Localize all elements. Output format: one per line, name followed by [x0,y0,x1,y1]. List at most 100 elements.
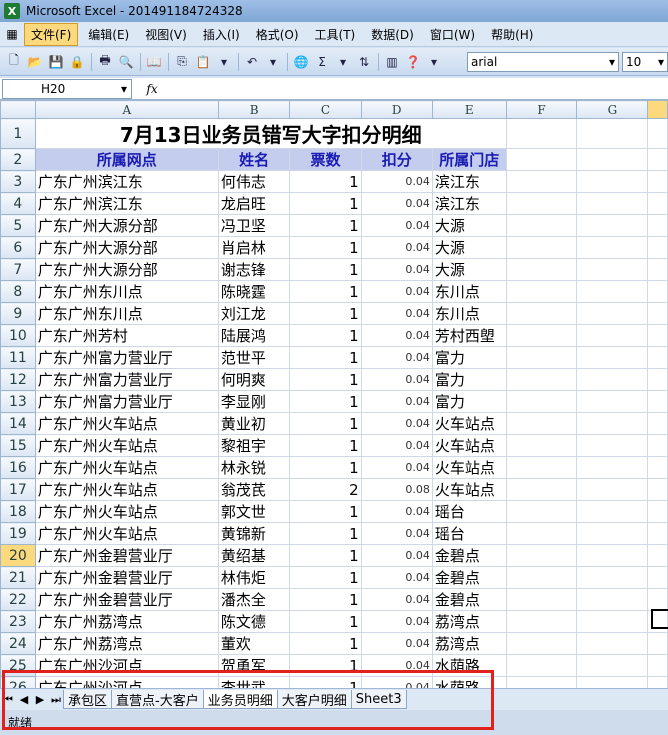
save-icon[interactable]: 💾 [46,52,66,72]
help-icon[interactable]: ❓ [403,52,423,72]
cell-deduction[interactable]: 0.04 [360,566,433,589]
table-cell[interactable] [576,302,649,325]
cell-outlet[interactable]: 广东广州火车站点 [34,456,219,479]
table-cell[interactable] [647,412,668,435]
excel-app-icon[interactable]: X [4,3,20,19]
row-header[interactable]: 17 [0,478,36,501]
cell-tickets[interactable]: 1 [289,434,362,457]
table-cell[interactable] [647,214,668,237]
table-cell[interactable] [647,118,668,149]
row-header[interactable]: 13 [0,390,36,413]
cell-deduction[interactable]: 0.04 [360,588,433,611]
table-cell[interactable] [505,434,578,457]
row-header[interactable]: 24 [0,632,36,655]
cell-store[interactable]: 富力 [431,346,507,369]
cell-store[interactable]: 水荫路 [431,676,507,688]
table-cell[interactable] [576,118,649,149]
cell-deduction[interactable]: 0.04 [360,654,433,677]
cell-tickets[interactable]: 1 [289,236,362,259]
chevron-down-icon[interactable]: ▾ [609,55,615,69]
table-cell[interactable] [647,632,668,655]
cell-store[interactable]: 金碧点 [431,544,507,567]
table-cell[interactable] [576,610,649,633]
cell-outlet[interactable]: 广东广州东川点 [34,280,219,303]
cell-tickets[interactable]: 1 [289,544,362,567]
table-cell[interactable] [505,302,578,325]
cell-deduction[interactable]: 0.04 [360,170,433,193]
cell-tickets[interactable]: 1 [289,588,362,611]
table-cell[interactable] [647,434,668,457]
row-header[interactable]: 6 [0,236,36,259]
cell-outlet[interactable]: 广东广州富力营业厅 [34,368,219,391]
cell-name[interactable]: 黄业初 [217,412,291,435]
sheet-tab-direct-outlets[interactable]: 直营点-大客户 [111,690,204,709]
row-header[interactable]: 19 [0,522,36,545]
cell-deduction[interactable]: 0.04 [360,500,433,523]
table-cell[interactable] [576,192,649,215]
cell-deduction[interactable]: 0.04 [360,280,433,303]
table-cell[interactable] [505,346,578,369]
table-cell[interactable] [647,192,668,215]
cell-tickets[interactable]: 1 [289,390,362,413]
sort-ascending-icon[interactable]: ⇅ [354,52,374,72]
cell-outlet[interactable]: 广东广州滨江东 [34,192,219,215]
row-header[interactable]: 9 [0,302,36,325]
table-cell[interactable] [647,148,668,171]
cell-tickets[interactable]: 1 [289,566,362,589]
row-header[interactable]: 16 [0,456,36,479]
header-cell-tickets[interactable]: 票数 [289,148,362,171]
cell-store[interactable]: 东川点 [431,302,507,325]
last-sheet-icon[interactable]: ⏭ [48,693,64,707]
table-cell[interactable] [505,544,578,567]
cell-name[interactable]: 潘杰全 [217,588,291,611]
cell-deduction[interactable]: 0.04 [360,632,433,655]
cell-store[interactable]: 荔湾点 [431,610,507,633]
table-cell[interactable] [505,324,578,347]
cell-tickets[interactable]: 1 [289,302,362,325]
table-cell[interactable] [505,676,578,688]
table-cell[interactable] [647,324,668,347]
cell-deduction[interactable]: 0.04 [360,434,433,457]
table-cell[interactable] [647,544,668,567]
cell-name[interactable]: 黄锦新 [217,522,291,545]
table-cell[interactable] [576,632,649,655]
hyperlink-icon[interactable]: 🌐 [291,52,311,72]
sheet-title-cell[interactable]: 7月13日业务员错写大字扣分明细 [34,118,507,149]
cell-store[interactable]: 东川点 [431,280,507,303]
first-sheet-icon[interactable]: ⏮ [0,693,16,707]
menu-window[interactable]: 窗口(W) [424,24,481,45]
table-cell[interactable] [576,390,649,413]
cell-outlet[interactable]: 广东广州大源分部 [34,236,219,259]
cell-store[interactable]: 瑶台 [431,500,507,523]
sheet-tab-sheet3[interactable]: Sheet3 [350,690,407,709]
chevron-down-icon[interactable]: ▾ [424,52,444,72]
cell-store[interactable]: 荔湾点 [431,632,507,655]
cell-outlet[interactable]: 广东广州火车站点 [34,478,219,501]
table-cell[interactable] [505,456,578,479]
table-cell[interactable] [647,258,668,281]
row-header[interactable]: 7 [0,258,36,281]
cell-outlet[interactable]: 广东广州沙河点 [34,676,219,688]
print-preview-icon[interactable]: 🔍 [116,52,136,72]
cell-deduction[interactable]: 0.04 [360,302,433,325]
cell-name[interactable]: 陈晓霆 [217,280,291,303]
select-all-corner[interactable] [0,100,36,119]
row-header[interactable]: 11 [0,346,36,369]
cell-deduction[interactable]: 0.04 [360,412,433,435]
cell-name[interactable]: 郭文世 [217,500,291,523]
table-cell[interactable] [505,280,578,303]
cell-outlet[interactable]: 广东广州火车站点 [34,412,219,435]
cell-outlet[interactable]: 广东广州火车站点 [34,522,219,545]
cell-name[interactable]: 李显刚 [217,390,291,413]
cell-name[interactable]: 冯卫坚 [217,214,291,237]
cell-store[interactable]: 瑶台 [431,522,507,545]
row-header[interactable]: 22 [0,588,36,611]
row-header[interactable]: 5 [0,214,36,237]
column-header-e[interactable]: E [431,100,507,119]
menu-format[interactable]: 格式(O) [250,24,305,45]
column-header-f[interactable]: F [505,100,578,119]
chevron-down-icon[interactable]: ▾ [121,82,127,96]
cell-name[interactable]: 何明爽 [217,368,291,391]
table-cell[interactable] [576,214,649,237]
cell-tickets[interactable]: 1 [289,610,362,633]
